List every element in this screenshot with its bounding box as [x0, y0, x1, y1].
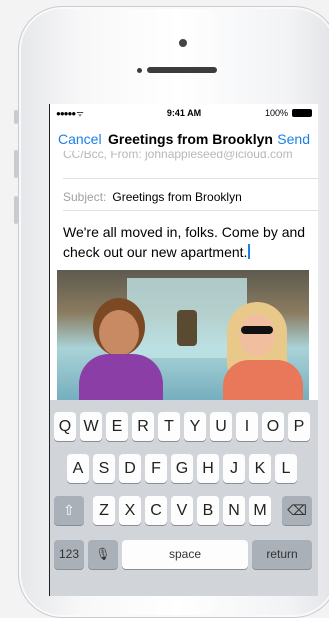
attached-photo[interactable]: [57, 270, 309, 412]
earpiece-speaker: [147, 67, 217, 73]
subject-field[interactable]: Subject: Greetings from Brooklyn: [63, 190, 242, 204]
from-field[interactable]: CC/Bcc, From: johnappleseed@icloud.com: [63, 151, 293, 161]
key-q[interactable]: Q: [54, 412, 76, 441]
key-u[interactable]: U: [210, 412, 232, 441]
photo-person-left: [79, 310, 163, 412]
shift-icon: ⇧: [63, 502, 75, 518]
delete-key[interactable]: ⌫: [282, 496, 312, 525]
cancel-button[interactable]: Cancel: [58, 131, 102, 147]
shift-key[interactable]: ⇧: [54, 496, 84, 525]
microphone-icon: 🎙: [95, 547, 111, 561]
key-g[interactable]: G: [171, 454, 193, 483]
key-h[interactable]: H: [197, 454, 219, 483]
status-bar: ●●●●● ᯤ 9:41 AM 100%: [50, 104, 318, 122]
numbers-key[interactable]: 123: [54, 540, 84, 569]
text-cursor: [248, 244, 251, 259]
return-key[interactable]: return: [252, 540, 312, 569]
divider: [63, 210, 318, 211]
key-t[interactable]: T: [158, 412, 180, 441]
volume-up-button: [14, 150, 18, 178]
key-k[interactable]: K: [249, 454, 271, 483]
mute-switch: [14, 110, 18, 124]
key-v[interactable]: V: [171, 496, 193, 525]
proximity-sensor: [137, 68, 142, 73]
space-key[interactable]: space: [122, 540, 248, 569]
key-n[interactable]: N: [223, 496, 245, 525]
delete-icon: ⌫: [287, 502, 307, 518]
message-body-text: We're all moved in, folks. Come by and c…: [63, 224, 306, 260]
key-l[interactable]: L: [275, 454, 297, 483]
keyboard: Q W E R T Y U I O P A S D F G H J K L ⇧ …: [50, 400, 318, 596]
key-p[interactable]: P: [288, 412, 310, 441]
key-m[interactable]: M: [249, 496, 271, 525]
key-e[interactable]: E: [106, 412, 128, 441]
subject-label: Subject:: [63, 190, 107, 204]
key-b[interactable]: B: [197, 496, 219, 525]
subject-value[interactable]: Greetings from Brooklyn: [112, 190, 241, 204]
key-o[interactable]: O: [262, 412, 284, 441]
photo-lamp: [177, 310, 197, 346]
compose-nav-bar: Cancel Greetings from Brooklyn Send: [50, 126, 318, 152]
divider: [63, 178, 318, 179]
key-y[interactable]: Y: [184, 412, 206, 441]
key-x[interactable]: X: [119, 496, 141, 525]
front-camera: [179, 39, 187, 47]
key-f[interactable]: F: [145, 454, 167, 483]
key-c[interactable]: C: [145, 496, 167, 525]
message-body[interactable]: We're all moved in, folks. Come by and c…: [63, 222, 313, 262]
dictation-key[interactable]: 🎙: [88, 540, 118, 569]
key-j[interactable]: J: [223, 454, 245, 483]
send-button[interactable]: Send: [277, 131, 310, 147]
battery-percent: 100%: [264, 108, 288, 118]
page-title: Greetings from Brooklyn: [108, 131, 273, 147]
key-w[interactable]: W: [80, 412, 102, 441]
key-s[interactable]: S: [93, 454, 115, 483]
key-a[interactable]: A: [67, 454, 89, 483]
volume-down-button: [14, 196, 18, 224]
key-z[interactable]: Z: [93, 496, 115, 525]
key-d[interactable]: D: [119, 454, 141, 483]
key-i[interactable]: I: [236, 412, 258, 441]
phone-screen: ●●●●● ᯤ 9:41 AM 100% Cancel Greetings fr…: [49, 104, 318, 596]
key-r[interactable]: R: [132, 412, 154, 441]
photo-person-right: [217, 302, 307, 412]
battery-icon: [292, 109, 312, 117]
